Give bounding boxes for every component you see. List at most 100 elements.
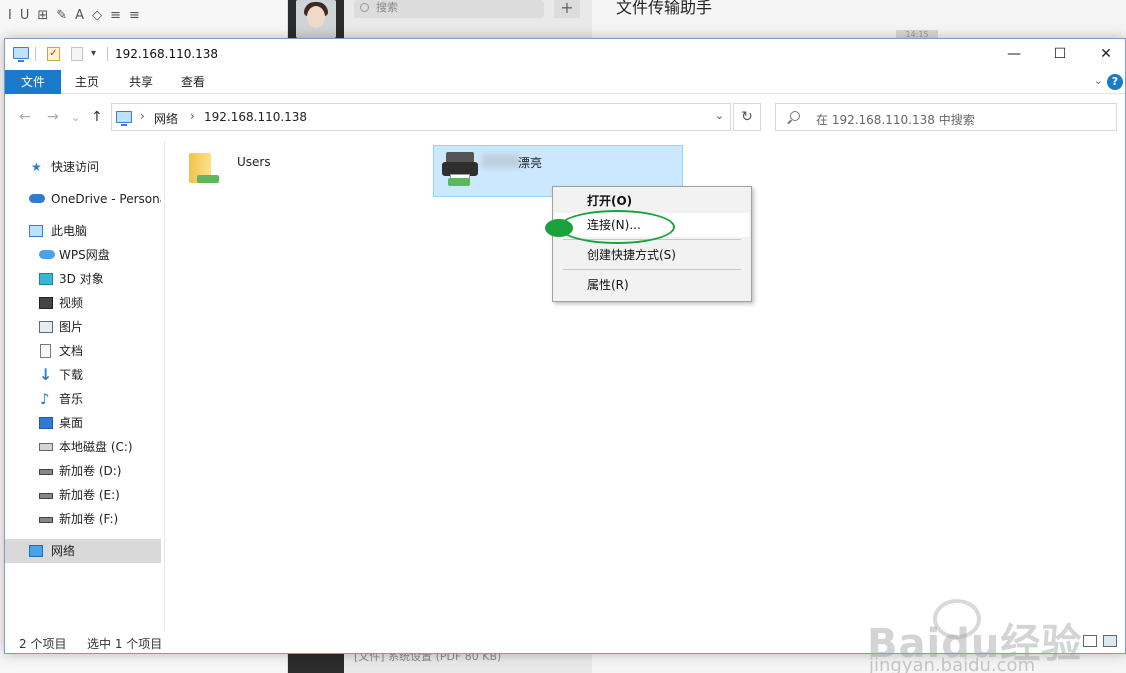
refresh-button[interactable]: ↻ [733,103,761,131]
ribbon-tabs: 文件 主页 共享 查看 ⌄ ? [5,70,1125,94]
menu-item-properties[interactable]: 属性(R) [555,273,749,297]
menu-item-open[interactable]: 打开(O) [555,189,749,213]
close-button[interactable]: ✕ [1083,39,1126,69]
sidebar-item-drive-c[interactable]: 本地磁盘 (C:) [5,435,161,459]
music-icon: ♪ [40,390,50,408]
context-menu: 打开(O) 连接(N)... 创建快捷方式(S) 属性(R) [552,186,752,302]
avatar[interactable] [296,0,336,38]
network-location-icon [116,111,132,126]
add-chat-button[interactable]: + [554,0,580,18]
align-center-button[interactable]: ≡ [129,8,140,23]
breadcrumb-host[interactable]: 192.168.110.138 [204,110,307,124]
sidebar-item-network[interactable]: 网络 [5,539,161,563]
recent-locations-button[interactable]: ⌄ [71,111,80,124]
item-name: 漂亮 [518,156,543,170]
menu-separator [563,269,741,270]
menu-item-create-shortcut[interactable]: 创建快捷方式(S) [555,243,749,267]
sidebar-item-drive-d[interactable]: 新加卷 (D:) [5,459,161,483]
address-bar[interactable]: › 网络 › 192.168.110.138 ⌄ [111,103,731,131]
tab-share[interactable]: 共享 [115,70,167,94]
customize-quick-access-icon[interactable]: ▾ [91,48,96,59]
tab-file[interactable]: 文件 [5,70,61,94]
file-explorer-window: ✓ ▾ 192.168.110.138 — ☐ ✕ 文件 主页 共享 查看 ⌄ … [4,38,1126,673]
title-bar: ✓ ▾ 192.168.110.138 — ☐ ✕ [5,39,1125,69]
table-button[interactable]: ⊞ [37,8,48,23]
background-search-input[interactable]: 搜索 [354,0,544,18]
underline-button[interactable]: U [20,8,30,23]
address-history-dropdown[interactable]: ⌄ [715,109,724,122]
sidebar-item-music[interactable]: ♪ 音乐 [5,387,161,411]
details-view-icon[interactable] [1083,635,1097,647]
sidebar-item-drive-e[interactable]: 新加卷 (E:) [5,483,161,507]
sidebar-item-quick-access[interactable]: ★ 快速访问 [5,155,161,179]
star-icon: ★ [31,160,42,174]
draw-button[interactable]: ✎ [56,8,67,23]
sidebar-item-label: 视频 [59,296,84,310]
font-color-button[interactable]: A [75,8,84,23]
align-left-button[interactable]: ≡ [110,8,121,23]
sidebar-item-wps-drive[interactable]: WPS网盘 [5,243,161,267]
navigation-pane: ★ 快速访问 OneDrive - Persona 此电脑 WPS网盘 3D 对… [5,141,165,631]
properties-quick-icon[interactable]: ✓ [47,47,60,61]
sidebar-item-videos[interactable]: 视频 [5,291,161,315]
drive-icon [39,443,53,451]
computer-icon [29,225,43,237]
search-input[interactable]: 在 192.168.110.138 中搜索 [775,103,1117,131]
sidebar-item-label: 快速访问 [51,160,100,174]
sidebar-item-label: 本地磁盘 (C:) [59,440,133,454]
sidebar-item-downloads[interactable]: ↓ 下载 [5,363,161,387]
sidebar-item-drive-f[interactable]: 新加卷 (F:) [5,507,161,531]
large-icons-view-icon[interactable] [1103,635,1117,647]
search-icon [790,111,800,121]
quick-access-separator [35,47,36,61]
annotation-highlight [559,210,675,244]
sidebar-item-onedrive[interactable]: OneDrive - Persona [5,187,161,211]
sidebar-item-label: OneDrive - Persona [51,192,161,206]
breadcrumb-separator[interactable]: › [190,109,195,123]
sidebar-item-this-pc[interactable]: 此电脑 [5,219,161,243]
blurred-name-region [482,154,520,168]
italic-button[interactable]: I [8,8,12,23]
list-item[interactable]: Users [179,145,409,197]
selection-count: 选中 1 个项目 [87,637,163,651]
cloud-drive-icon [39,250,55,259]
tab-view[interactable]: 查看 [167,70,219,94]
sidebar-item-label: 桌面 [59,416,84,430]
sidebar-item-label: 新加卷 (D:) [59,464,122,478]
chat-title: 文件传输助手 [616,0,713,17]
sidebar-item-documents[interactable]: 文档 [5,339,161,363]
sidebar-item-label: 3D 对象 [59,272,104,286]
avatar-face [307,6,325,28]
breadcrumb-network[interactable]: 网络 [154,110,178,127]
document-icon [40,344,51,358]
sidebar-item-label: 音乐 [59,392,84,406]
sidebar-item-pictures[interactable]: 图片 [5,315,161,339]
breadcrumb-separator[interactable]: › [140,109,145,123]
expand-ribbon-icon[interactable]: ⌄ [1094,74,1103,87]
search-icon [360,3,369,12]
forward-button[interactable]: → [47,109,59,125]
drive-icon [39,493,53,499]
sidebar-item-label: WPS网盘 [59,248,110,262]
desktop-icon [39,417,53,429]
up-button[interactable]: ↑ [91,109,103,125]
sidebar-item-label: 图片 [59,320,84,334]
new-folder-quick-icon[interactable] [71,47,83,61]
minimize-button[interactable]: — [991,39,1037,69]
cloud-icon [29,194,45,203]
sidebar-item-label: 新加卷 (E:) [59,488,120,502]
background-search-placeholder: 搜索 [376,1,398,14]
back-button[interactable]: ← [19,109,31,125]
sidebar-item-desktop[interactable]: 桌面 [5,411,161,435]
help-icon[interactable]: ? [1107,74,1123,90]
sidebar-item-label: 新加卷 (F:) [59,512,119,526]
network-printer-icon [440,152,480,186]
eraser-button[interactable]: ◇ [92,8,102,23]
window-title: 192.168.110.138 [115,47,219,61]
sidebar-item-3d-objects[interactable]: 3D 对象 [5,267,161,291]
navigation-bar: ← → ⌄ ↑ › 网络 › 192.168.110.138 ⌄ ↻ 在 192… [5,101,1125,133]
maximize-button[interactable]: ☐ [1037,39,1083,69]
tab-home[interactable]: 主页 [61,70,113,94]
sidebar-item-label: 文档 [59,344,84,358]
sidebar-item-label: 网络 [51,544,76,558]
